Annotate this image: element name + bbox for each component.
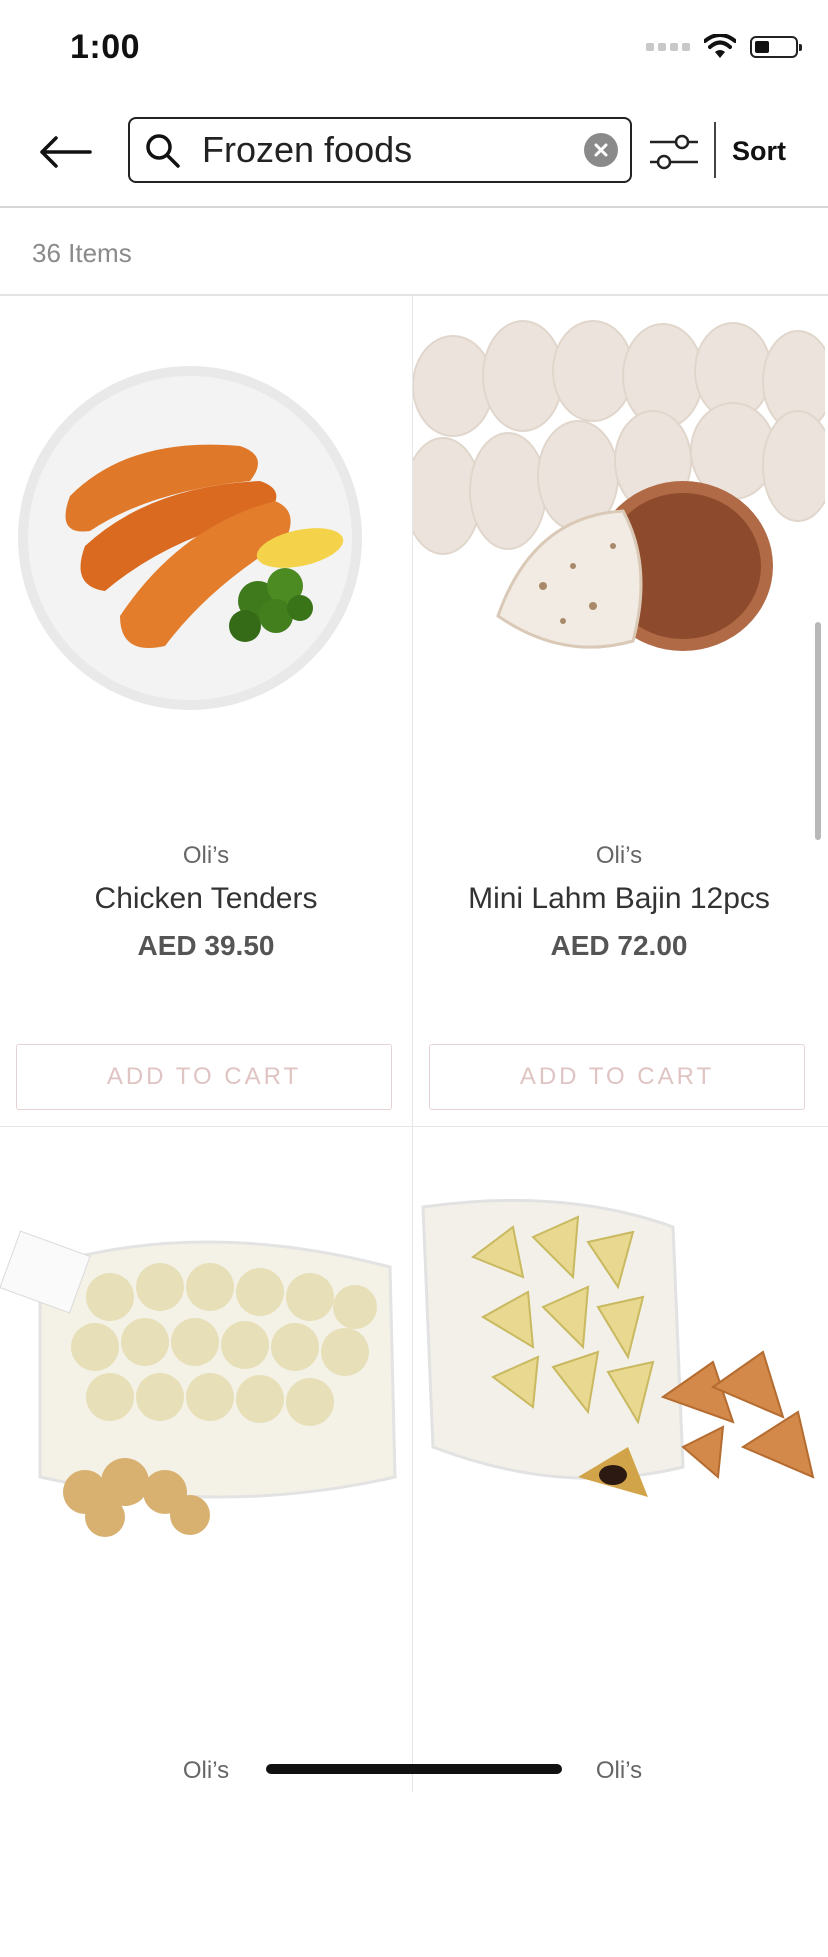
product-image-chicken-tenders[interactable] — [0, 316, 412, 716]
status-time: 1:00 — [70, 28, 141, 66]
status-bar: 1:00 — [0, 0, 828, 100]
scrollbar[interactable] — [815, 622, 821, 840]
product-card[interactable]: Oli’s — [413, 1127, 825, 1957]
product-image-mini-lahm-bajin[interactable] — [413, 316, 825, 716]
product-price: AED 39.50 — [137, 930, 275, 961]
back-button[interactable] — [30, 122, 100, 182]
arrow-left-icon — [40, 136, 92, 168]
close-icon — [594, 143, 608, 157]
search-header: Sort — [0, 100, 828, 208]
filter-icon[interactable] — [648, 128, 700, 176]
product-brand: Oli’s — [182, 842, 230, 869]
product-name[interactable]: Mini Lahm Bajin 12pcs — [413, 882, 825, 916]
results-count: 36 Items — [32, 238, 132, 268]
wifi-icon — [704, 34, 736, 58]
product-image-dumplings[interactable] — [0, 1147, 412, 1547]
add-to-cart-button[interactable]: ADD TO CART — [429, 1044, 805, 1110]
product-card[interactable]: Oli’s — [0, 1127, 412, 1957]
product-name[interactable]: Chicken Tenders — [0, 882, 412, 916]
add-to-cart-button[interactable]: ADD TO CART — [16, 1044, 392, 1110]
sort-button[interactable]: Sort — [732, 136, 786, 167]
header-divider — [714, 122, 716, 178]
product-card[interactable]: Oli’s Mini Lahm Bajin 12pcs AED 72.00 AD… — [413, 296, 825, 1126]
product-grid: Oli’s Chicken Tenders AED 39.50 ADD TO C… — [0, 296, 828, 1792]
results-count-bar: 36 Items — [0, 208, 828, 296]
battery-icon — [750, 36, 802, 58]
home-indicator[interactable] — [266, 1764, 562, 1774]
status-icons — [646, 34, 802, 60]
search-icon — [146, 134, 180, 168]
search-box[interactable] — [128, 117, 632, 183]
product-brand: Oli’s — [595, 842, 643, 869]
product-card[interactable]: Oli’s Chicken Tenders AED 39.50 ADD TO C… — [0, 296, 412, 1126]
signal-icon — [646, 43, 690, 51]
search-input[interactable] — [202, 127, 542, 173]
product-image-fatayer[interactable] — [413, 1147, 825, 1547]
clear-search-button[interactable] — [584, 133, 618, 167]
product-price: AED 72.00 — [550, 930, 688, 961]
